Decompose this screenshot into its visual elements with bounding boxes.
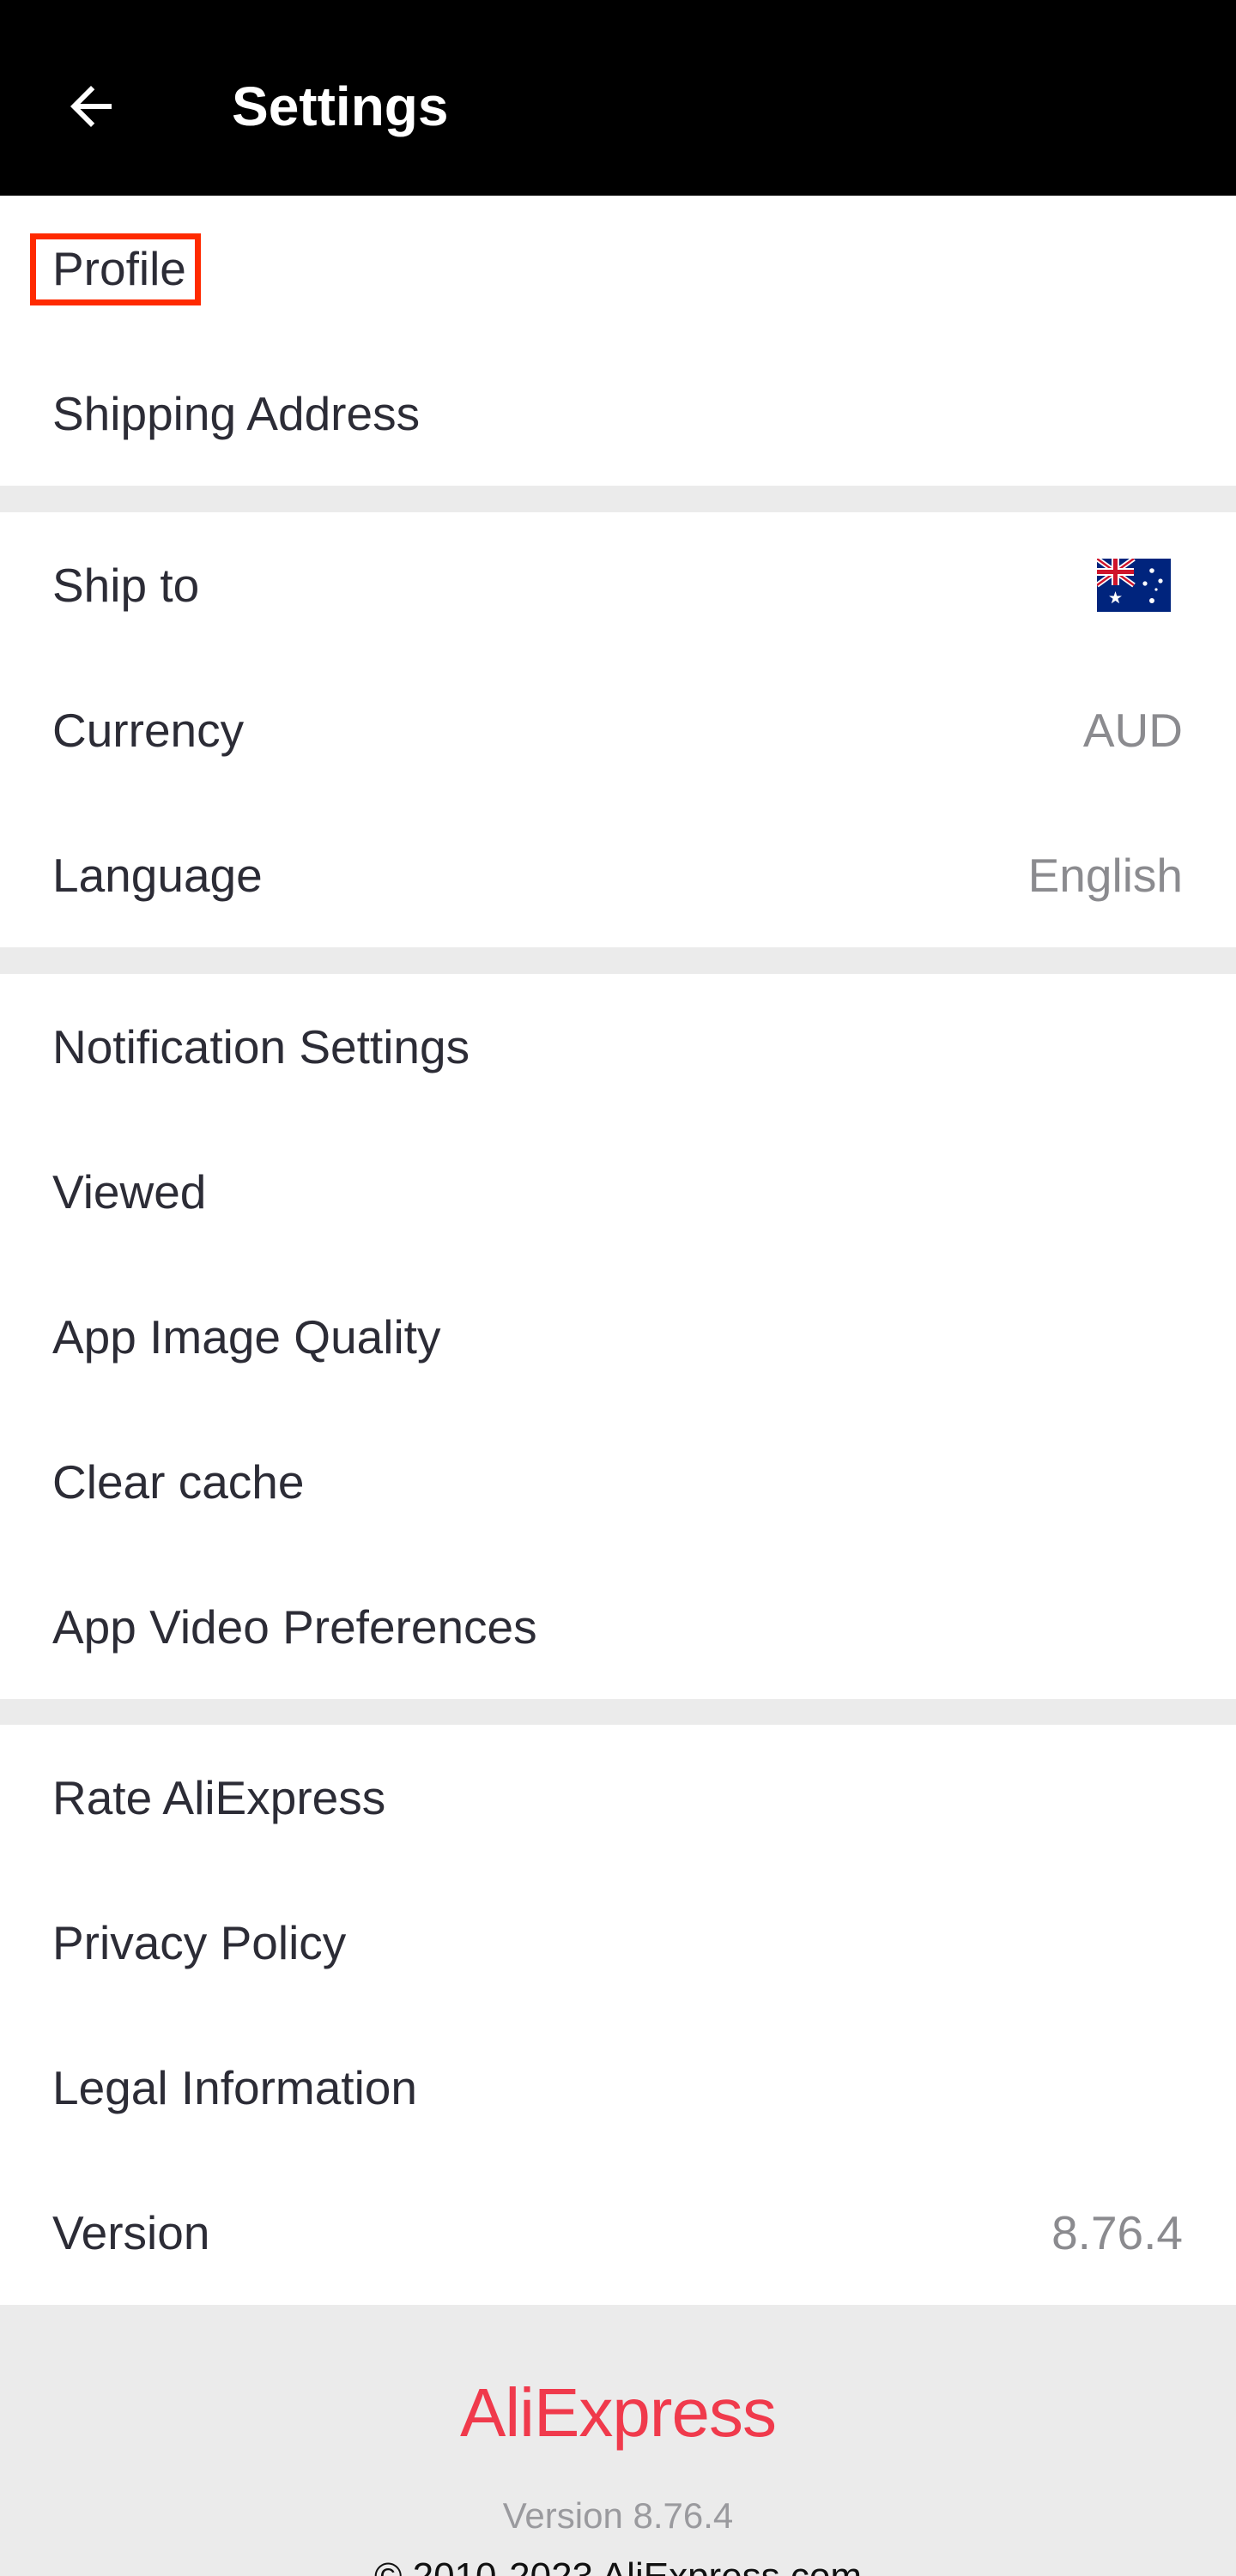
settings-item-label: Clear cache xyxy=(52,1454,305,1509)
settings-item-label: Currency xyxy=(52,703,245,757)
language-value: English xyxy=(1027,848,1183,902)
about-section: Rate AliExpress Privacy Policy Legal Inf… xyxy=(0,1725,1236,2305)
settings-item-label: Ship to xyxy=(52,558,200,612)
settings-item-notification-settings[interactable]: Notification Settings xyxy=(0,974,1236,1119)
top-app-bar: Settings xyxy=(0,0,1236,196)
settings-item-label: Rate AliExpress xyxy=(52,1770,386,1824)
currency-value: AUD xyxy=(1082,703,1183,757)
settings-item-language[interactable]: Language English xyxy=(0,802,1236,947)
settings-item-version[interactable]: Version 8.76.4 xyxy=(0,2160,1236,2305)
arrow-left-icon xyxy=(70,86,112,127)
settings-item-clear-cache[interactable]: Clear cache xyxy=(0,1409,1236,1554)
settings-item-label: Privacy Policy xyxy=(52,1915,347,1969)
settings-item-label: Viewed xyxy=(52,1164,207,1218)
settings-item-profile[interactable]: Profile xyxy=(0,196,1236,341)
back-button[interactable] xyxy=(48,63,134,149)
settings-screen: Settings Profile Shipping Address Ship t… xyxy=(0,0,1236,2576)
settings-item-legal-information[interactable]: Legal Information xyxy=(0,2015,1236,2160)
settings-item-privacy-policy[interactable]: Privacy Policy xyxy=(0,1870,1236,2015)
settings-item-app-video-preferences[interactable]: App Video Preferences xyxy=(0,1554,1236,1699)
settings-item-ship-to[interactable]: Ship to xyxy=(0,512,1236,657)
settings-item-label: Profile xyxy=(52,241,186,295)
settings-item-label: Shipping Address xyxy=(52,386,421,440)
profile-section: Profile Shipping Address xyxy=(0,196,1236,486)
settings-item-label: Notification Settings xyxy=(52,1019,470,1073)
settings-item-label: App Video Preferences xyxy=(52,1599,537,1654)
version-value: 8.76.4 xyxy=(1051,2205,1183,2259)
settings-item-viewed[interactable]: Viewed xyxy=(0,1119,1236,1264)
settings-item-rate-aliexpress[interactable]: Rate AliExpress xyxy=(0,1725,1236,1870)
footer-copyright: © 2010-2023 AliExpress.com xyxy=(0,2555,1236,2576)
region-section: Ship to Currency AUD Language English xyxy=(0,512,1236,947)
app-section: Notification Settings Viewed App Image Q… xyxy=(0,974,1236,1699)
settings-item-label: Legal Information xyxy=(52,2060,417,2114)
settings-item-currency[interactable]: Currency AUD xyxy=(0,657,1236,802)
aliexpress-logo: AliExpress xyxy=(460,2374,777,2451)
footer: AliExpress Version 8.76.4 © 2010-2023 Al… xyxy=(0,2305,1236,2576)
settings-item-label: App Image Quality xyxy=(52,1309,441,1364)
australia-flag-icon xyxy=(1097,558,1171,612)
settings-item-label: Version xyxy=(52,2205,210,2259)
settings-item-shipping-address[interactable]: Shipping Address xyxy=(0,341,1236,486)
footer-version-text: Version 8.76.4 xyxy=(502,2495,734,2536)
settings-item-app-image-quality[interactable]: App Image Quality xyxy=(0,1264,1236,1409)
page-title: Settings xyxy=(232,76,449,137)
settings-item-label: Language xyxy=(52,848,263,902)
